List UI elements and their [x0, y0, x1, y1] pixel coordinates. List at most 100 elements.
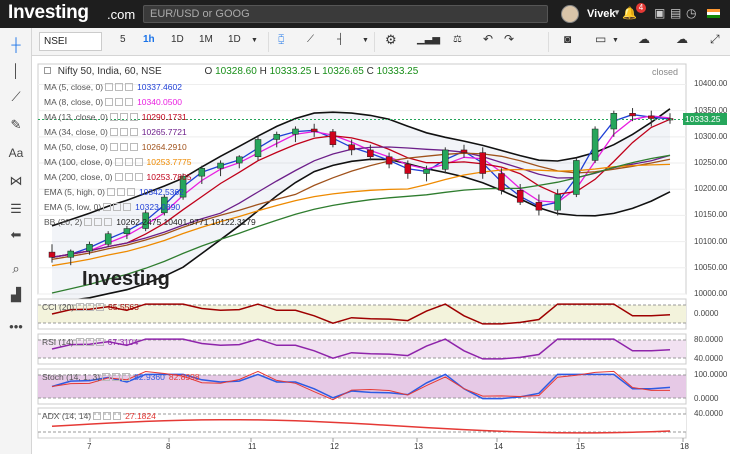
interval-1h[interactable]: 1h [143, 34, 155, 45]
legend-row[interactable]: EMA (5, high, 0) 10342.5362 [44, 187, 184, 197]
indicator-toggle-icon[interactable] [85, 338, 94, 346]
vertical-line-icon[interactable]: │ [7, 62, 25, 80]
fullscreen-icon[interactable]: ⤢ [710, 32, 720, 47]
legend-toggle-icon[interactable] [115, 83, 124, 91]
legend-toggle-icon[interactable] [119, 128, 128, 136]
indicator-label[interactable]: ADX (14, 14) 27.1824 [42, 411, 156, 421]
chart-area[interactable]: Nifty 50, India, 60, NSE O 10328.60 H 10… [32, 56, 730, 454]
legend-toggle-icon[interactable] [106, 188, 115, 196]
legend-toggle-icon[interactable] [113, 203, 122, 211]
chevron-down-icon[interactable]: ▼ [612, 37, 619, 44]
legend-toggle-icon[interactable] [103, 203, 112, 211]
interval-1m[interactable]: 1M [199, 34, 213, 45]
legend-row[interactable]: MA (50, close, 0) 10264.2910 [44, 142, 187, 152]
legend-toggle-icon[interactable] [129, 113, 138, 121]
indicator-toggle-icon[interactable] [95, 338, 104, 346]
candles-icon[interactable]: ⧮ [278, 34, 284, 45]
interval-1d[interactable]: 1D [171, 34, 184, 45]
camera-icon[interactable]: ◙ [564, 32, 571, 46]
legend-row[interactable]: MA (13, close, 0) 10290.1731 [44, 112, 187, 122]
user-name[interactable]: Vivek [587, 8, 616, 20]
legend-toggle-icon[interactable] [114, 158, 123, 166]
interval-select[interactable]: 1D [228, 34, 241, 45]
legend-toggle-icon[interactable] [126, 188, 135, 196]
zoom-icon[interactable]: ⌕ [7, 260, 25, 278]
legend-toggle-icon[interactable] [124, 173, 133, 181]
redo-icon[interactable]: ↷ [504, 32, 514, 46]
indicators-icon[interactable]: ▁▃▅ [417, 34, 440, 45]
indicator-toggle-icon[interactable] [86, 303, 95, 311]
legend-toggle-icon[interactable] [119, 143, 128, 151]
indicator-label[interactable]: RSI (14) 67.3104 [42, 337, 138, 347]
legend-toggle-icon[interactable] [116, 188, 125, 196]
legend-toggle-icon[interactable] [123, 203, 132, 211]
color-icon[interactable]: ▭ [595, 32, 606, 46]
search-input[interactable]: EUR/USD or GOOG [143, 5, 548, 23]
legend-row[interactable]: MA (100, close, 0) 10253.7775 [44, 157, 191, 167]
legend-toggle-icon[interactable] [105, 98, 114, 106]
legend-toggle-icon[interactable] [94, 218, 103, 226]
indicator-toggle-icon[interactable] [96, 303, 105, 311]
legend-toggle-icon[interactable] [115, 98, 124, 106]
legend-toggle-icon[interactable] [134, 158, 143, 166]
legend-toggle-icon[interactable] [109, 113, 118, 121]
brush-icon[interactable]: ✎ [7, 116, 25, 134]
legend-toggle-icon[interactable] [129, 143, 138, 151]
investing-logo[interactable]: Investing [8, 2, 89, 24]
crosshair-icon[interactable]: ┼ [7, 36, 25, 54]
avatar[interactable] [561, 5, 579, 23]
chevron-down-icon[interactable]: ▼ [362, 37, 369, 44]
trash-icon[interactable]: ▤ [670, 6, 681, 20]
line-chart-icon[interactable]: ⟋ [307, 34, 314, 45]
legend-toggle-icon[interactable] [134, 173, 143, 181]
chevron-down-icon[interactable]: ▼ [251, 37, 258, 44]
indicator-label[interactable]: CCI (20) 85.5563 [42, 302, 139, 312]
legend-toggle-icon[interactable] [125, 83, 134, 91]
interval-5[interactable]: 5 [120, 34, 126, 45]
indicator-toggle-icon[interactable] [112, 373, 121, 381]
indicator-toggle-icon[interactable] [113, 412, 122, 420]
indicator-label[interactable]: Stoch (14, 1, 3) 82.9360 82.8998 [42, 372, 200, 382]
india-flag-icon[interactable] [707, 9, 720, 18]
legend-row[interactable]: MA (34, close, 0) 10265.7721 [44, 127, 187, 137]
indicator-toggle-icon[interactable] [75, 338, 84, 346]
legend-toggle-icon[interactable] [125, 98, 134, 106]
legend-toggle-icon[interactable] [124, 158, 133, 166]
cloud-download-icon[interactable]: ☁ [638, 32, 650, 46]
legend-row[interactable]: MA (200, close, 0) 10253.7805 [44, 172, 191, 182]
clock-icon[interactable]: ◷ [686, 6, 696, 20]
symbol-input[interactable]: NSEI [39, 32, 102, 51]
legend-toggle-icon[interactable] [104, 218, 113, 226]
header-icons[interactable] [44, 67, 51, 74]
indicator-toggle-icon[interactable] [103, 412, 112, 420]
indicator-toggle-icon[interactable] [122, 373, 131, 381]
indicator-toggle-icon[interactable] [93, 412, 102, 420]
fib-icon[interactable]: ☰ [7, 200, 25, 218]
more-icon[interactable]: ••• [7, 318, 25, 336]
legend-row[interactable]: MA (5, close, 0) 10337.4602 [44, 82, 182, 92]
briefcase-icon[interactable]: ▣ [654, 6, 665, 20]
trend-line-icon[interactable]: ⟋ [7, 88, 25, 106]
legend-toggle-icon[interactable] [109, 128, 118, 136]
pattern-icon[interactable]: ⋈ [7, 172, 25, 190]
measure-icon[interactable]: ▟ [7, 286, 25, 304]
legend-toggle-icon[interactable] [119, 113, 128, 121]
undo-icon[interactable]: ↶ [483, 32, 493, 46]
legend-toggle-icon[interactable] [109, 143, 118, 151]
bar-style-icon[interactable]: ┤ [337, 34, 344, 45]
text-icon[interactable]: Aa [7, 144, 25, 162]
bell-icon[interactable]: 🔔 [622, 6, 637, 20]
legend-toggle-icon[interactable] [84, 218, 93, 226]
back-arrow-icon[interactable]: ⬅ [7, 226, 25, 244]
indicator-toggle-icon[interactable] [102, 373, 111, 381]
legend-row[interactable]: BB (20, 2) 10262.2475 10401.9771 10122.31… [44, 217, 256, 227]
chevron-down-icon[interactable]: ▼ [613, 8, 621, 17]
settings-icon[interactable]: ⚙ [385, 32, 397, 48]
legend-toggle-icon[interactable] [114, 173, 123, 181]
legend-toggle-icon[interactable] [105, 83, 114, 91]
legend-row[interactable]: EMA (5, low, 0) 10323.0890 [44, 202, 180, 212]
legend-row[interactable]: MA (8, close, 0) 10340.0500 [44, 97, 182, 107]
legend-toggle-icon[interactable] [129, 128, 138, 136]
compare-icon[interactable]: ⚖ [453, 34, 462, 45]
indicator-toggle-icon[interactable] [76, 303, 85, 311]
